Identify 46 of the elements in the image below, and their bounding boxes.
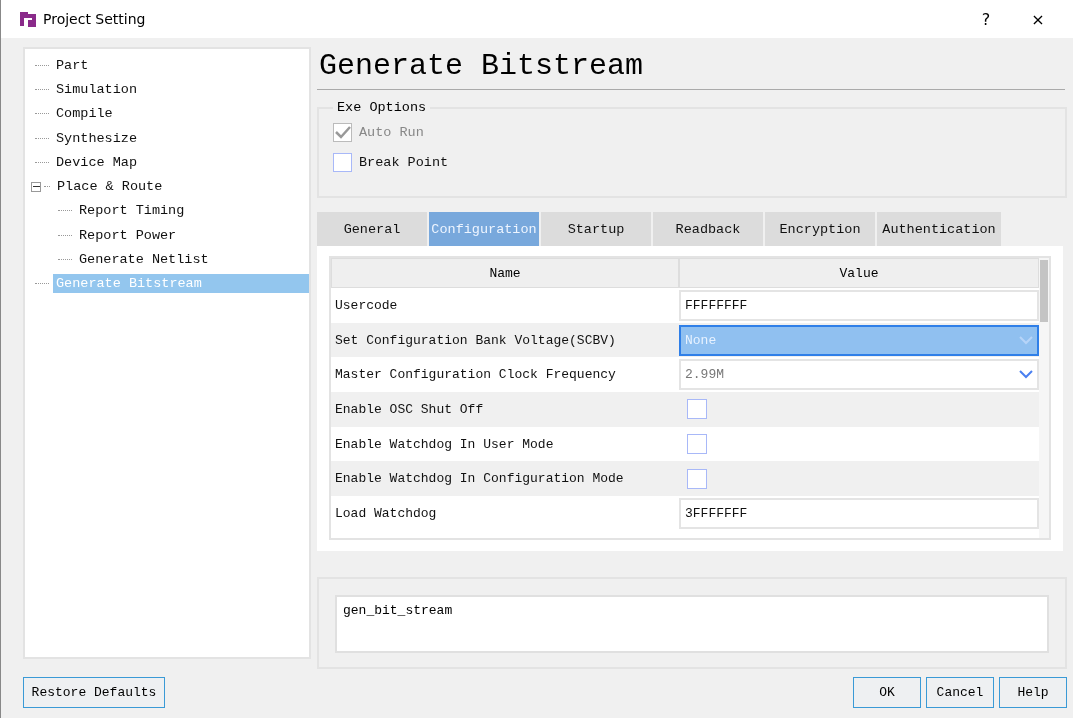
help-button[interactable]: ?	[963, 4, 1009, 34]
tab[interactable]: Encryption	[765, 212, 875, 246]
tree-item[interactable]: Simulation	[53, 79, 309, 99]
column-header: Value	[679, 258, 1039, 288]
tree-item[interactable]: Part	[53, 55, 309, 75]
value-dropdown[interactable]: 2.99M	[679, 359, 1039, 391]
tree-item[interactable]: Place & Route	[54, 177, 309, 197]
property-name: Usercode	[334, 297, 399, 315]
restore-defaults-button[interactable]: Restore Defaults	[23, 677, 165, 708]
property-name: Enable Watchdog In User Mode	[334, 435, 555, 454]
tab[interactable]: Startup	[541, 212, 651, 246]
tab[interactable]: Authentication	[877, 212, 1001, 246]
option-checkbox[interactable]: Break Point	[333, 147, 1051, 177]
dialog-button[interactable]: OK	[853, 677, 921, 708]
value-field[interactable]: 3FFFFFFF	[679, 498, 1039, 530]
value-field[interactable]: FFFFFFFF	[679, 290, 1039, 321]
chevron-down-icon	[1019, 335, 1033, 345]
checkbox[interactable]	[333, 152, 352, 172]
tree-item[interactable]: Generate Netlist	[76, 250, 309, 269]
checkbox[interactable]	[687, 399, 707, 420]
property-name: Enable OSC Shut Off	[334, 400, 485, 419]
dialog-button[interactable]: Cancel	[926, 677, 994, 708]
column-header: Name	[331, 258, 679, 288]
scrollbar[interactable]	[1039, 258, 1049, 538]
close-button[interactable]: ×	[1015, 4, 1061, 34]
tree-item[interactable]: Report Power	[76, 225, 309, 245]
checkbox[interactable]	[687, 468, 707, 489]
tree-item[interactable]: Compile	[53, 104, 309, 124]
group-title: Exe Options	[336, 100, 428, 115]
property-name: Master Configuration Clock Frequency	[334, 366, 617, 385]
tab[interactable]: General	[317, 212, 427, 246]
tree-item[interactable]: Report Timing	[76, 201, 309, 221]
app-logo-icon	[19, 10, 37, 28]
tree-item[interactable]: Device Map	[53, 152, 309, 172]
command-text: gen_bit_stream	[335, 595, 1049, 653]
collapse-icon[interactable]	[31, 181, 41, 192]
chevron-down-icon	[1019, 370, 1033, 380]
tab[interactable]: Readback	[653, 212, 763, 246]
property-name: Set Configuration Bank Voltage(SCBV)	[334, 331, 617, 350]
window-title: Project Setting	[43, 11, 147, 27]
checkbox[interactable]	[687, 434, 707, 455]
page-heading: Generate Bitstream	[317, 47, 1065, 90]
dialog-button[interactable]: Help	[999, 677, 1067, 708]
property-name: Load Watchdog	[334, 505, 438, 524]
property-name: Enable Watchdog In Configuration Mode	[334, 470, 625, 489]
tree-item[interactable]: Synthesize	[53, 128, 309, 148]
